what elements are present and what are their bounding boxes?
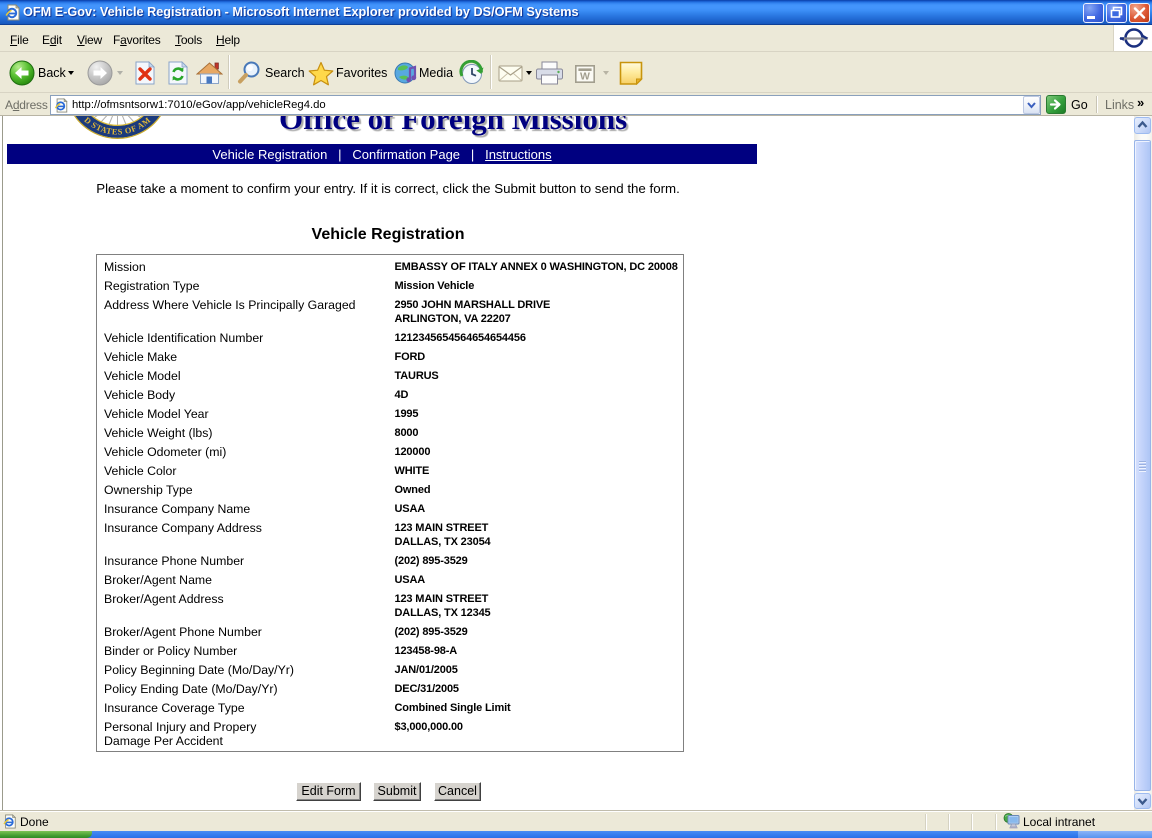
svg-text:W: W	[580, 71, 590, 83]
